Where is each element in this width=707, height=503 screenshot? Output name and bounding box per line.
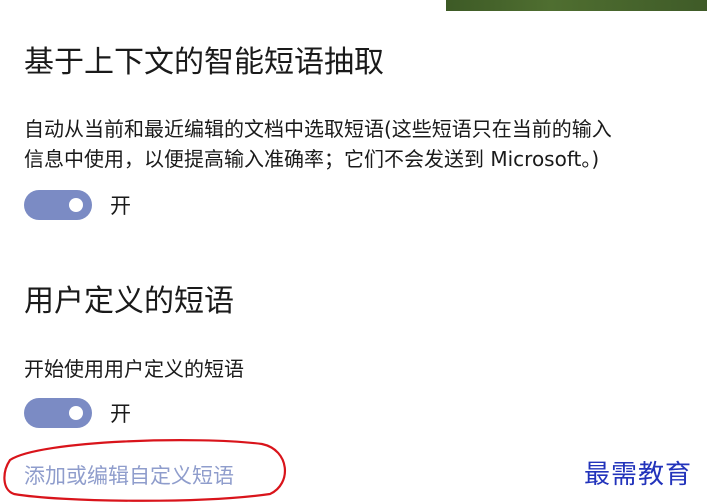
description-line-2: 信息中使用，以便提高输入准确率；它们不会发送到 Microsoft。) [24, 147, 600, 171]
toggle-label-user-phrases: 开 [110, 402, 131, 426]
toggle-label-smart-phrases: 开 [110, 194, 131, 218]
section-title-smart-phrases: 基于上下文的智能短语抽取 [24, 45, 384, 80]
description-line-1: 自动从当前和最近编辑的文档中选取短语(这些短语只在当前的输入 [24, 117, 612, 141]
watermark-logo: 最需教育 [584, 460, 693, 490]
add-edit-custom-phrases-link[interactable]: 添加或编辑自定义短语 [24, 459, 234, 493]
smart-phrases-toggle[interactable] [24, 190, 92, 220]
header-image-fragment [446, 0, 707, 11]
section-title-user-phrases: 用户定义的短语 [24, 284, 234, 319]
toggle-knob [69, 406, 83, 420]
section-description-user-phrases: 开始使用用户定义的短语 [24, 357, 244, 381]
toggle-knob [69, 198, 83, 212]
toggle-row-user-phrases: 开 [24, 398, 131, 428]
toggle-row-smart-phrases: 开 [24, 190, 131, 220]
section-description-smart-phrases: 自动从当前和最近编辑的文档中选取短语(这些短语只在当前的输入 信息中使用，以便提… [24, 114, 612, 174]
user-phrases-toggle[interactable] [24, 398, 92, 428]
settings-page: 基于上下文的智能短语抽取 自动从当前和最近编辑的文档中选取短语(这些短语只在当前… [0, 0, 707, 503]
